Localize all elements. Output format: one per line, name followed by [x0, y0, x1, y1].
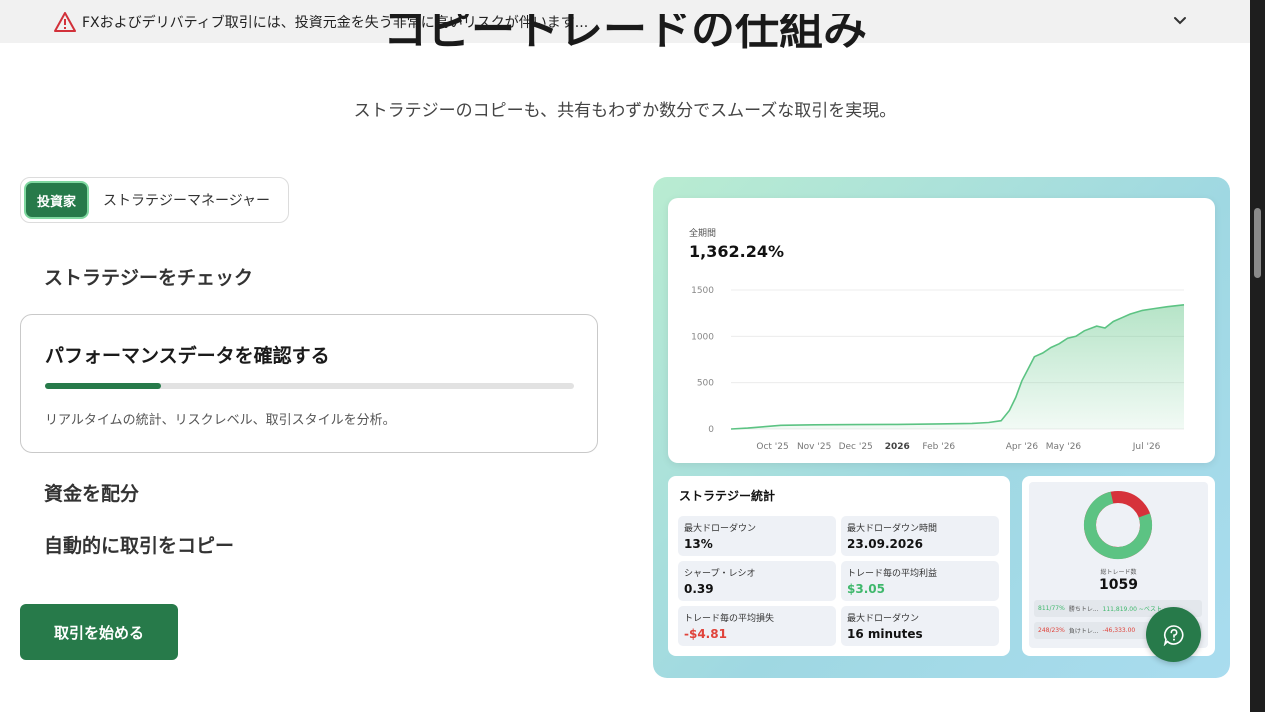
performance-chart-card: 全期間 1,362.24% 0 500 1000 1500 Oct '25 Nov '25… — [668, 198, 1215, 463]
x-tick-label: May '26 — [1046, 442, 1082, 452]
stat-max-drawdown-time: 最大ドローダウン時間 23.09.2026 — [841, 516, 999, 556]
step-performance-title: パフォーマンスデータを確認する — [45, 345, 330, 367]
x-tick-label: Nov '25 — [797, 442, 831, 452]
total-trades-caption: 総トレード数 — [1100, 569, 1137, 576]
step-allocate-funds[interactable]: 資金を配分 — [44, 479, 139, 506]
role-tabs: 投資家 ストラテジーマネージャー — [20, 177, 289, 223]
step-progress-bar — [45, 383, 574, 389]
stat-value: 13% — [684, 537, 713, 551]
y-tick-label: 0 — [708, 425, 714, 435]
stat-max-drawdown-duration: 最大ドローダウン 16 minutes — [841, 606, 999, 646]
scrollbar-thumb[interactable] — [1254, 208, 1261, 278]
tab-strategy-manager[interactable]: ストラテジーマネージャー — [89, 190, 284, 210]
total-trades-value: 1059 — [1099, 577, 1138, 593]
stat-value: 23.09.2026 — [847, 537, 923, 551]
loss-label: 負けトレ... — [1068, 628, 1099, 635]
step-progress-fill — [45, 383, 162, 389]
stat-key: シャープ・レシオ — [684, 569, 756, 579]
win-count: 811/77% — [1038, 605, 1065, 612]
y-tick-label: 1500 — [691, 286, 714, 296]
stat-value: 16 minutes — [847, 627, 923, 641]
loss-count: 248/23% — [1038, 627, 1065, 634]
x-tick-label: 2026 — [885, 442, 910, 452]
stat-sharpe-ratio: シャープ・レシオ 0.39 — [678, 561, 836, 601]
stats-title: ストラテジー統計 — [679, 489, 776, 503]
scrollbar[interactable] — [1250, 0, 1265, 712]
x-tick-label: Feb '26 — [922, 442, 955, 452]
page-subtitle: ストラテジーのコピーも、共有もわずか数分でスムーズな取引を実現。 — [353, 101, 897, 121]
start-trading-button[interactable]: 取引を始める — [20, 604, 178, 660]
step-auto-copy[interactable]: 自動的に取引をコピー — [44, 531, 234, 558]
stat-key: 最大ドローダウン時間 — [847, 524, 938, 534]
strategy-stats-card: ストラテジー統計 最大ドローダウン 13% 最大ドローダウン時間 23.09.2… — [668, 476, 1010, 656]
stat-key: トレード毎の平均損失 — [684, 614, 775, 624]
stat-key: 最大ドローダウン — [847, 614, 920, 624]
step-check-strategy[interactable]: ストラテジーをチェック — [44, 263, 253, 290]
performance-chart: 0 500 1000 1500 Oct '25 Nov '25 Dec '25 2026 Feb… — [691, 286, 1185, 452]
help-icon — [1163, 624, 1183, 646]
win-loss-donut — [1084, 491, 1152, 559]
stat-max-drawdown: 最大ドローダウン 13% — [678, 516, 836, 556]
step-performance-card[interactable]: パフォーマンスデータを確認する リアルタイムの統計、リスクレベル、取引スタイルを… — [20, 314, 598, 453]
chart-area-fill — [731, 304, 1184, 429]
stat-avg-profit: トレード毎の平均利益 $3.05 — [841, 561, 999, 601]
x-tick-label: Apr '26 — [1006, 442, 1039, 452]
tab-investor[interactable]: 投資家 — [24, 181, 90, 219]
page-title: コピートレードの仕組み — [383, 14, 867, 55]
stat-value: $3.05 — [847, 582, 885, 596]
win-label: 勝ちトレ... — [1068, 606, 1099, 613]
y-tick-label: 1000 — [691, 332, 714, 342]
strategy-preview-panel: 全期間 1,362.24% 0 500 1000 1500 Oct '25 Nov '25… — [653, 177, 1230, 678]
y-tick-label: 500 — [697, 379, 714, 389]
x-tick-label: Jul '26 — [1132, 442, 1161, 452]
stat-key: 最大ドローダウン — [684, 524, 757, 534]
step-performance-desc: リアルタイムの統計、リスクレベル、取引スタイルを分析。 — [45, 413, 396, 428]
stat-value: 0.39 — [684, 582, 714, 596]
x-tick-label: Dec '25 — [839, 442, 873, 452]
stat-key: トレード毎の平均利益 — [847, 569, 938, 579]
loss-amount: -46,333.00 — [1102, 627, 1136, 634]
stat-value: -$4.81 — [684, 627, 727, 641]
x-tick-label: Oct '25 — [756, 442, 788, 452]
help-chat-button[interactable] — [1146, 607, 1201, 662]
stat-avg-loss: トレード毎の平均損失 -$4.81 — [678, 606, 836, 646]
